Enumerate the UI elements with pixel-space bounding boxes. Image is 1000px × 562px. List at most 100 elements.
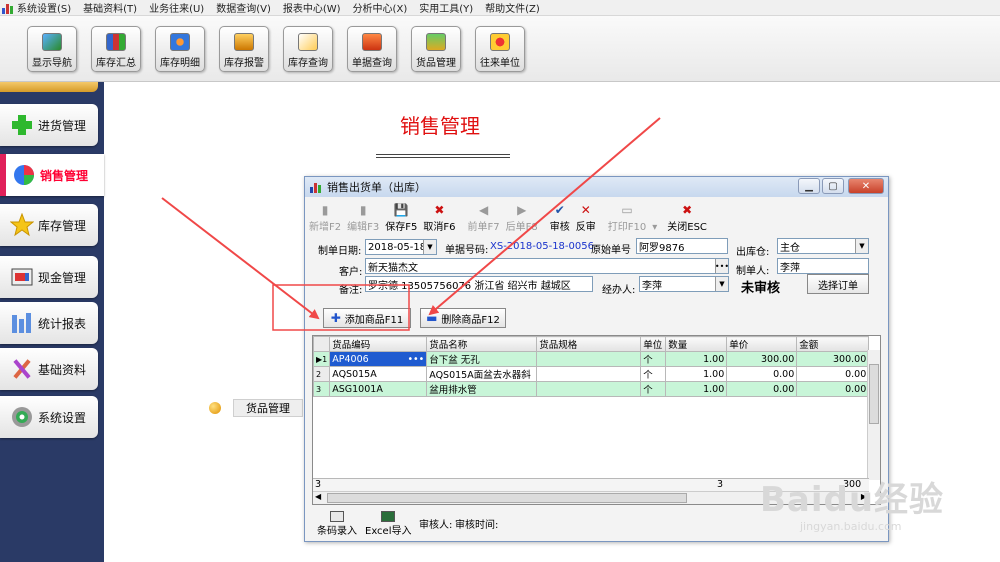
scroll-left-icon[interactable]: ◀ — [315, 492, 321, 501]
cell-amount[interactable]: 300.00 — [796, 351, 870, 367]
prev-doc-button[interactable]: ◀ 前单F7 — [468, 201, 500, 233]
sidebar-item-reports[interactable]: 统计报表 — [0, 302, 98, 344]
scrollbar-thumb[interactable] — [327, 493, 687, 503]
chevron-down-icon[interactable]: ▼ — [855, 239, 868, 253]
title-underline — [376, 154, 510, 155]
menu-item-basic-data[interactable]: 基础资料(T) — [83, 0, 137, 15]
column-header[interactable]: 单位 — [640, 336, 667, 352]
barcode-entry-button[interactable]: 条码录入 — [317, 511, 357, 537]
audit-icon: ✔ — [554, 203, 565, 217]
handler-label: 经办人: — [602, 285, 636, 296]
cell-amount[interactable]: 0.00 — [796, 381, 870, 397]
chevron-down-icon[interactable]: ▼ — [715, 277, 728, 291]
sidebar-item-cash[interactable]: 现金管理 — [0, 256, 98, 298]
cell-spec[interactable] — [536, 381, 642, 397]
toolbar-button-label: 显示导航 — [32, 58, 72, 69]
close-dialog-button[interactable]: ✖ 关闭ESC — [667, 201, 707, 233]
toolbar-button-partner[interactable]: 往来单位 — [475, 26, 525, 72]
menu-item-tools[interactable]: 实用工具(Y) — [419, 0, 473, 15]
bar-chart-icon — [12, 313, 31, 333]
column-header[interactable]: 货品名称 — [426, 336, 538, 352]
column-header[interactable]: 数量 — [665, 336, 728, 352]
edit-button[interactable]: ▮ 编辑F3 — [347, 201, 379, 233]
cell-qty[interactable]: 1.00 — [665, 366, 728, 382]
cell-unit[interactable]: 个 — [640, 351, 667, 367]
column-header[interactable]: 金额 — [796, 336, 870, 352]
cell-code[interactable]: ASG1001A — [329, 381, 428, 397]
close-window-button[interactable]: ✕ — [848, 178, 884, 194]
cell-price[interactable]: 300.00 — [726, 351, 798, 367]
cell-name[interactable]: 盆用排水管 — [426, 381, 538, 397]
cell-price[interactable]: 0.00 — [726, 366, 798, 382]
toolbar-button-document-query[interactable]: 单据查询 — [347, 26, 397, 72]
orig-no-input[interactable]: 阿罗9876 — [636, 238, 728, 254]
menu-item-report-center[interactable]: 报表中心(W) — [283, 0, 341, 15]
print-dropdown-button[interactable]: ▾ — [652, 201, 657, 233]
save-button[interactable]: 💾 保存F5 — [385, 201, 417, 233]
cell-amount[interactable]: 0.00 — [796, 366, 870, 382]
orig-no-label: 原始单号 — [591, 245, 631, 256]
customer-input[interactable]: 新天猫杰文 ••• — [365, 258, 729, 274]
maximize-button[interactable]: ▢ — [822, 178, 844, 194]
sidebar-item-basic-data[interactable]: 基础资料 — [0, 348, 98, 390]
cell-code[interactable]: AP4006 ••• — [329, 351, 428, 367]
cell-unit[interactable]: 个 — [640, 366, 667, 382]
goods-management-link[interactable]: 货品管理 — [233, 399, 303, 417]
note-input[interactable]: 罗宗德 13505756076 浙江省 绍兴市 越城区 — [365, 276, 593, 292]
cell-name[interactable]: AQS015A面盆去水器斜 — [426, 366, 538, 382]
next-doc-button[interactable]: ▶ 后单F8 — [506, 201, 538, 233]
print-button[interactable]: ▭ 打印F10 — [608, 201, 646, 233]
cell-price[interactable]: 0.00 — [726, 381, 798, 397]
minimize-button[interactable]: ▁ — [798, 178, 820, 194]
scrollbar-thumb[interactable] — [869, 364, 879, 424]
more-icon[interactable]: ••• — [715, 259, 728, 273]
audit-button[interactable]: ✔ 审核 — [550, 201, 570, 233]
handler-select[interactable]: 李萍 ▼ — [639, 276, 729, 292]
cell-spec[interactable] — [536, 351, 642, 367]
menu-item-system-settings[interactable]: 系统设置(S) — [17, 0, 71, 15]
toolbar-button-goods[interactable]: 货品管理 — [411, 26, 461, 72]
cell-name[interactable]: 台下盆 无孔 — [426, 351, 538, 367]
cell-code[interactable]: AQS015A — [329, 366, 428, 382]
menu-item-data-query[interactable]: 数据查询(V) — [216, 0, 271, 15]
delete-goods-button[interactable]: ▬ 删除商品F12 — [420, 308, 506, 328]
cell-spec[interactable] — [536, 366, 642, 382]
table-row[interactable]: ▶1 AP4006 ••• 台下盆 无孔 个 1.00 300.00 300.00 — [313, 351, 870, 367]
cell-qty[interactable]: 1.00 — [665, 351, 728, 367]
column-header[interactable]: 单价 — [726, 336, 798, 352]
toolbar-button-inventory-query[interactable]: 库存查询 — [283, 26, 333, 72]
table-row[interactable]: 2 AQS015A AQS015A面盆去水器斜 个 1.00 0.00 0.00 — [313, 366, 870, 382]
warehouse-label: 出库仓: — [736, 247, 770, 258]
next-icon: ▶ — [517, 203, 527, 217]
toolbar-button-inventory-alarm[interactable]: 库存报警 — [219, 26, 269, 72]
cell-qty[interactable]: 1.00 — [665, 381, 728, 397]
sidebar-item-inventory[interactable]: 库存管理 — [0, 204, 98, 246]
column-header[interactable]: 货品编码 — [329, 336, 428, 352]
table-row[interactable]: 3 ASG1001A 盆用排水管 个 1.00 0.00 0.00 — [313, 381, 870, 397]
toolbar-button-navigation[interactable]: 显示导航 — [27, 26, 77, 72]
main-toolbar: 显示导航 库存汇总 库存明细 库存报警 库存查询 单据查询 货品管理 往来单位 — [0, 16, 1000, 82]
new-button[interactable]: ▮ 新增F2 — [309, 201, 341, 233]
menu-item-analysis-center[interactable]: 分析中心(X) — [353, 0, 408, 15]
add-goods-button[interactable]: ✚ 添加商品F11 — [323, 308, 411, 328]
cell-unit[interactable]: 个 — [640, 381, 667, 397]
excel-import-button[interactable]: Excel导入 — [365, 511, 412, 537]
toolbar-button-inventory-detail[interactable]: 库存明细 — [155, 26, 205, 72]
more-icon[interactable]: ••• — [407, 353, 425, 365]
toolbar-button-inventory-summary[interactable]: 库存汇总 — [91, 26, 141, 72]
column-header[interactable]: 货品规格 — [536, 336, 642, 352]
menu-item-help[interactable]: 帮助文件(Z) — [485, 0, 540, 15]
warehouse-select[interactable]: 主仓 ▼ — [777, 238, 869, 254]
sidebar-item-sales[interactable]: 销售管理 — [0, 154, 104, 196]
unaudit-button[interactable]: ✕ 反审 — [576, 201, 596, 233]
cancel-button[interactable]: ✖ 取消F6 — [423, 201, 455, 233]
chevron-down-icon[interactable]: ▼ — [423, 240, 436, 254]
select-order-button[interactable]: 选择订单 — [807, 274, 869, 294]
sidebar-item-system-settings[interactable]: 系统设置 — [0, 396, 98, 438]
menu-item-business[interactable]: 业务往来(U) — [149, 0, 204, 15]
barcode-entry-label: 条码录入 — [317, 526, 357, 537]
grid-vertical-scrollbar[interactable] — [867, 350, 880, 480]
maker-input[interactable]: 李萍 — [777, 258, 869, 274]
sidebar-item-purchase[interactable]: 进货管理 — [0, 104, 98, 146]
date-picker[interactable]: 2018-05-18 ▼ — [365, 239, 437, 255]
